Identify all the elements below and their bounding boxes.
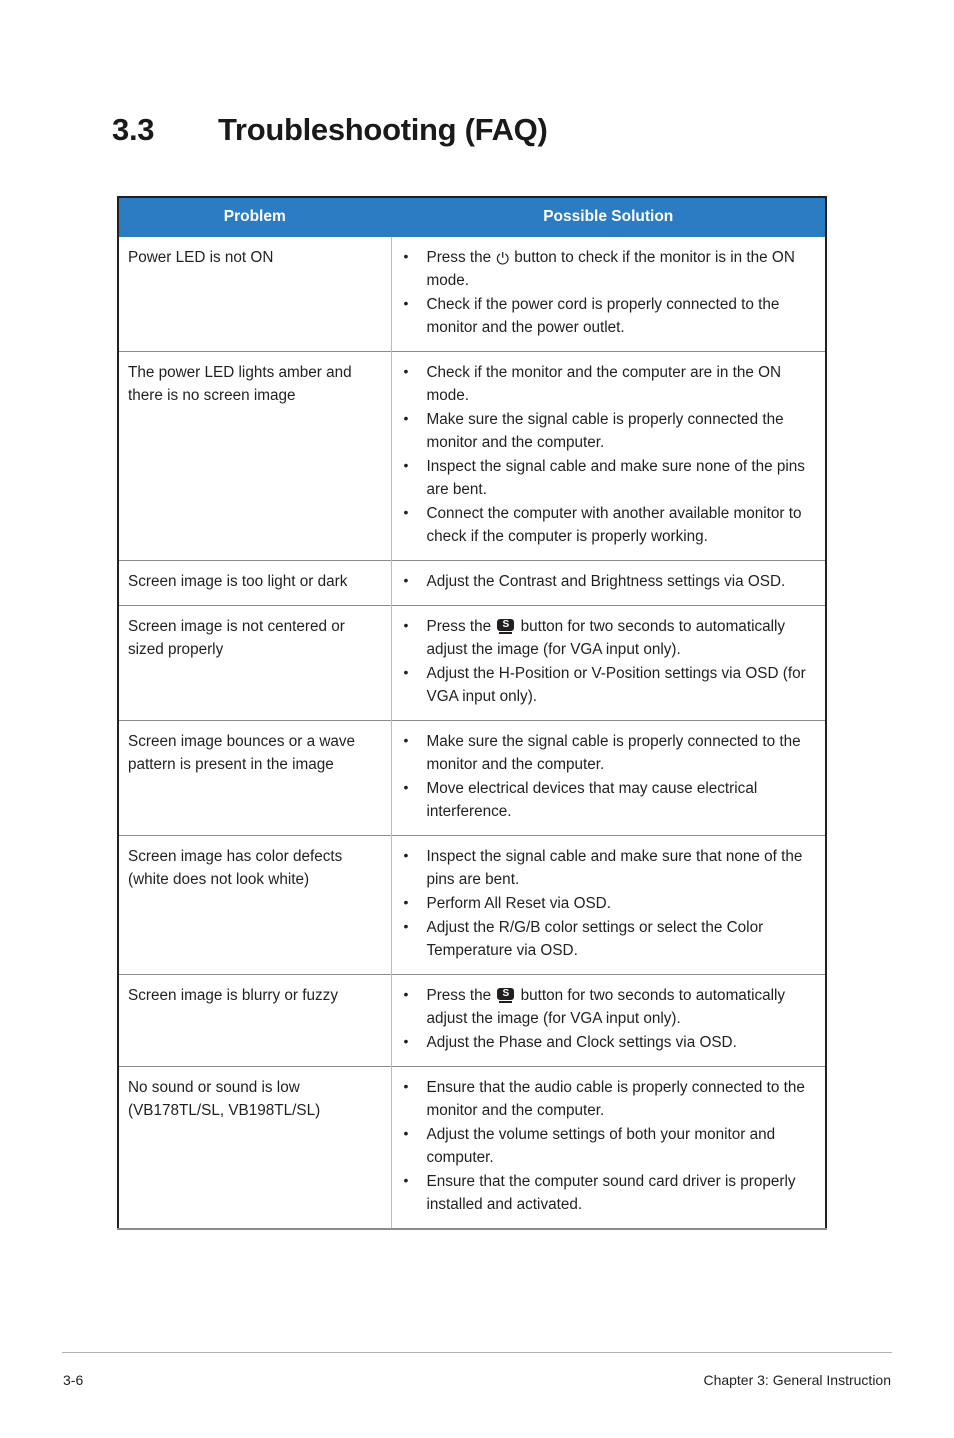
s-button-icon-label: S: [497, 988, 515, 1000]
solution-item: Perform All Reset via OSD.: [401, 891, 820, 915]
solution-text: Ensure that the audio cable is properly …: [426, 1079, 805, 1119]
solution-text: Ensure that the computer sound card driv…: [426, 1173, 796, 1213]
table-row: Screen image is blurry or fuzzyPress the…: [118, 974, 826, 1067]
solution-text: Press the: [426, 618, 496, 635]
footer-chapter-label: Chapter 3: General Instruction: [703, 1372, 891, 1388]
s-button-icon: S: [497, 988, 515, 1003]
solution-list: Adjust the Contrast and Brightness setti…: [401, 569, 820, 593]
solution-text: Inspect the signal cable and make sure t…: [426, 848, 803, 888]
solution-cell: Ensure that the audio cable is properly …: [390, 1066, 826, 1229]
solution-list: Check if the monitor and the computer ar…: [401, 360, 820, 548]
table-row: Screen image is not centered or sized pr…: [118, 605, 826, 721]
solution-item: Press the S button for two seconds to au…: [401, 614, 820, 661]
section-title-text: Troubleshooting (FAQ): [218, 112, 548, 147]
solution-item: Ensure that the computer sound card driv…: [401, 1169, 820, 1216]
solution-item: Connect the computer with another availa…: [401, 501, 820, 548]
solution-text: Press the: [426, 249, 496, 266]
solution-cell: Press the ⏻ button to check if the monit…: [390, 237, 826, 352]
table-header-row: Problem Possible Solution: [118, 197, 826, 237]
solution-list: Press the S button for two seconds to au…: [401, 614, 820, 708]
solution-cell: Check if the monitor and the computer ar…: [390, 351, 826, 561]
solution-text: Inspect the signal cable and make sure n…: [426, 458, 805, 498]
solution-list: Ensure that the audio cable is properly …: [401, 1075, 820, 1216]
solution-item: Check if the monitor and the computer ar…: [401, 360, 820, 407]
problem-cell: Screen image is blurry or fuzzy: [118, 974, 391, 1067]
solution-item: Make sure the signal cable is properly c…: [401, 407, 820, 454]
problem-cell: Screen image has color defects (white do…: [118, 835, 391, 975]
solution-text: Move electrical devices that may cause e…: [426, 780, 758, 820]
solution-item: Make sure the signal cable is properly c…: [401, 729, 820, 776]
solution-item: Adjust the H-Position or V-Position sett…: [401, 661, 820, 708]
table-row: Power LED is not ON Press the ⏻ button to…: [118, 237, 826, 352]
solution-item: Ensure that the audio cable is properly …: [401, 1075, 820, 1122]
solution-list: Press the ⏻ button to check if the monit…: [401, 245, 820, 339]
solution-text: Check if the monitor and the computer ar…: [426, 364, 782, 404]
solution-text: Make sure the signal cable is properly c…: [426, 411, 784, 451]
solution-item: Adjust the volume settings of both your …: [401, 1122, 820, 1169]
solution-item: Press the S button for two seconds to au…: [401, 983, 820, 1030]
solution-cell: Press the S button for two seconds to au…: [390, 974, 826, 1067]
table-row: Screen image is too light or dark Adjust …: [118, 560, 826, 606]
s-button-icon-bar: [499, 1001, 513, 1003]
problem-cell: No sound or sound is low (VB178TL/SL, VB…: [118, 1066, 391, 1229]
table-header: Problem Possible Solution: [118, 197, 826, 237]
solution-text: Check if the power cord is properly conn…: [426, 296, 780, 336]
column-header-problem: Problem: [118, 197, 391, 237]
problem-cell: Power LED is not ON: [128, 249, 274, 266]
solution-list: Press the S button for two seconds to au…: [401, 983, 820, 1054]
solution-item: Adjust the Contrast and Brightness setti…: [401, 569, 820, 593]
s-button-icon-bar: [499, 632, 513, 634]
solution-text: Make sure the signal cable is properly c…: [426, 733, 801, 773]
troubleshooting-table: Problem Possible Solution Power LED is n…: [117, 196, 827, 1230]
solution-cell: Press the S button for two seconds to au…: [390, 605, 826, 721]
solution-item: Move electrical devices that may cause e…: [401, 776, 820, 823]
problem-cell: The power LED lights amber and there is …: [118, 351, 391, 561]
solution-list: Inspect the signal cable and make sure t…: [401, 844, 820, 962]
column-header-solution: Possible Solution: [390, 197, 826, 237]
solution-text: Perform All Reset via OSD.: [426, 895, 611, 912]
solution-text: Adjust the H-Position or V-Position sett…: [426, 665, 806, 705]
solution-list: Make sure the signal cable is properly c…: [401, 729, 820, 823]
footer-divider: [62, 1352, 892, 1353]
table-body: Power LED is not ON Press the ⏻ button to…: [118, 237, 826, 1229]
solution-item: Adjust the R/G/B color settings or selec…: [401, 915, 820, 962]
problem-cell: Screen image is too light or dark: [118, 560, 391, 606]
solution-item: Inspect the signal cable and make sure t…: [401, 844, 820, 891]
solution-text: Connect the computer with another availa…: [426, 505, 802, 545]
table-row: Screen image has color defects (white do…: [118, 835, 826, 975]
solution-text: Adjust the volume settings of both your …: [426, 1126, 776, 1166]
document-page: 3.3 Troubleshooting (FAQ) Problem Possib…: [0, 0, 954, 1438]
footer-page-number: 3-6: [63, 1372, 84, 1388]
s-button-icon-label: S: [497, 619, 515, 631]
problem-cell: Screen image bounces or a wave pattern i…: [118, 720, 391, 836]
table-row: The power LED lights amber and there is …: [118, 351, 826, 561]
solution-item: Press the ⏻ button to check if the monit…: [401, 245, 820, 292]
solution-text: Press the: [426, 987, 496, 1004]
section-number: 3.3: [112, 112, 155, 147]
problem-cell: Screen image is not centered or sized pr…: [118, 605, 391, 721]
table-row: Screen image bounces or a wave pattern i…: [118, 720, 826, 836]
solution-item: Adjust the Phase and Clock settings via …: [401, 1030, 820, 1054]
solution-text: Adjust the Contrast and Brightness setti…: [426, 573, 786, 590]
solution-item: Check if the power cord is properly conn…: [401, 292, 820, 339]
s-button-icon: S: [497, 619, 515, 634]
solution-item: Inspect the signal cable and make sure n…: [401, 454, 820, 501]
page-title: 3.3 Troubleshooting (FAQ): [112, 112, 548, 148]
table-row: No sound or sound is low (VB178TL/SL, VB…: [118, 1066, 826, 1229]
solution-cell: Inspect the signal cable and make sure t…: [390, 835, 826, 975]
solution-text: Adjust the R/G/B color settings or selec…: [426, 919, 764, 959]
solution-cell: Make sure the signal cable is properly c…: [390, 720, 826, 836]
solution-cell: Adjust the Contrast and Brightness setti…: [390, 560, 826, 606]
power-button-icon: ⏻: [496, 251, 510, 268]
solution-text: Adjust the Phase and Clock settings via …: [426, 1034, 737, 1051]
